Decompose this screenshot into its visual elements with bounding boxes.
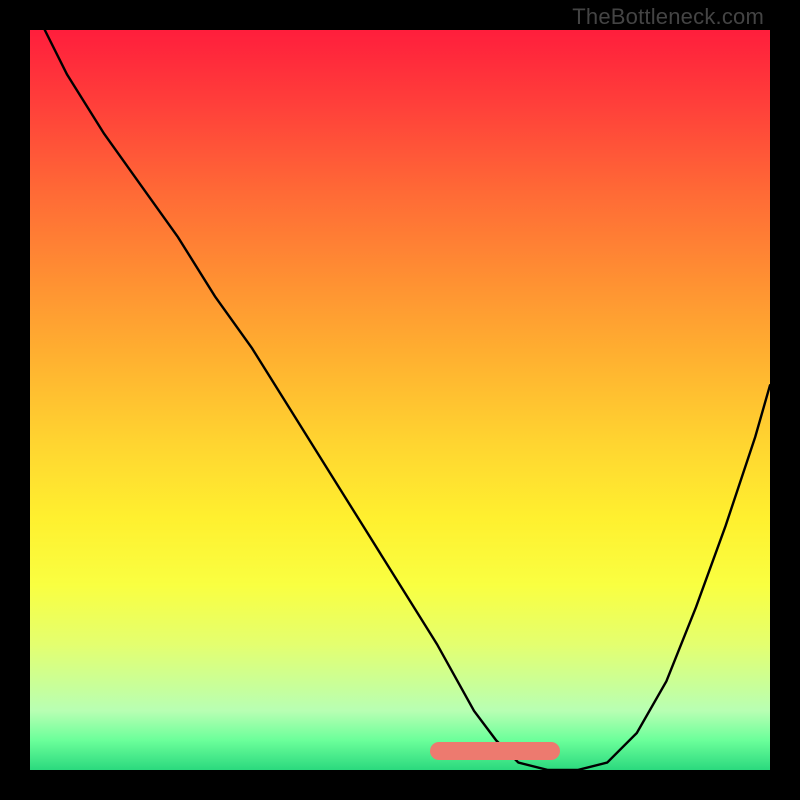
curve-path [45,30,770,770]
optimal-range-marker [430,742,560,760]
bottleneck-curve [0,0,800,800]
chart-frame: TheBottleneck.com [0,0,800,800]
